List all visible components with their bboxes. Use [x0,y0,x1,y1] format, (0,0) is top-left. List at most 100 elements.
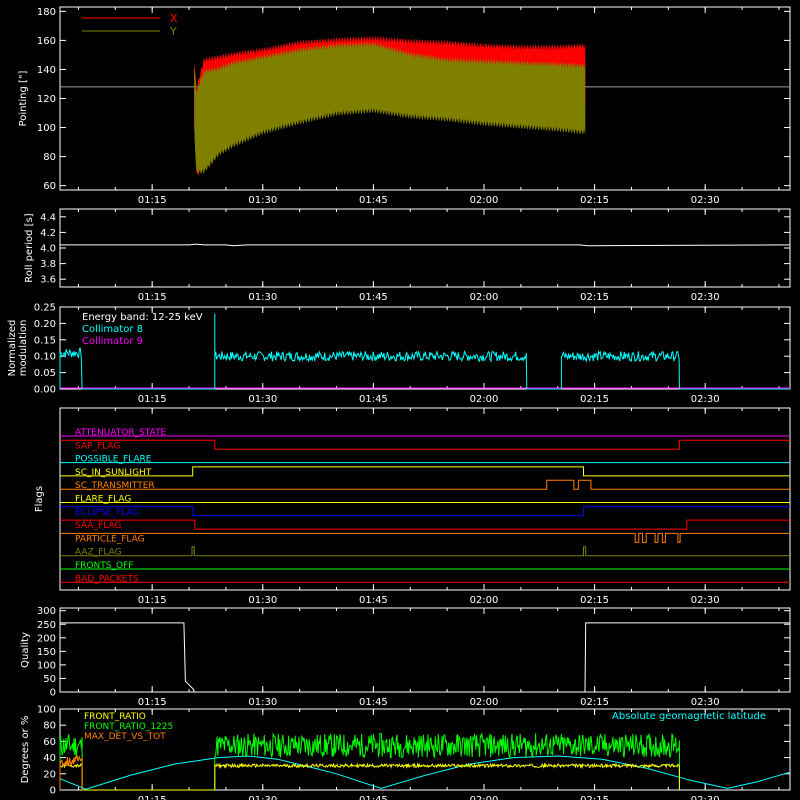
flag-label: SAP_FLAG [75,441,120,451]
x-tick-label: 01:45 [359,394,388,405]
flag-label: SAA_FLAG [75,521,121,531]
panel-modulation: 01:15 01:30 01:45 02:00 02:15 02:30 0.00 0.05 0.… [7,303,791,405]
series-line-max-det-vs-tot [59,754,83,790]
annotation-label: Absolute geomagnetic latitude [612,711,766,722]
stacked-time-series-figure: 01:15 01:30 01:45 02:00 02:15 02:30 60 80 100 120… [7,6,791,800]
y-tick-label: 100 [37,123,56,134]
x-tick-label: 01:45 [359,292,388,303]
legend-label: Collimator 8 [82,324,143,335]
x-tick-label: 01:30 [248,195,277,206]
x-tick-label: 01:45 [359,195,388,206]
y-tick-label: 0.05 [34,368,56,379]
flag-label: FLARE_FLAG [75,495,131,505]
flag-line-saa-flag [60,519,790,530]
x-tick-label: 01:15 [138,697,167,708]
flag-line-sc-in-sunlight [60,466,790,477]
y-axis-label: Flags [34,486,45,512]
legend-label: X [170,12,178,25]
x-tick-label: 02:30 [691,394,720,405]
y-tick-label: 80 [43,152,56,163]
y-tick-label: 250 [37,620,56,631]
panel-flags: 01:15 01:30 01:45 02:00 02:15 02:30 Flags ATTEN… [34,407,791,606]
x-tick-label: 01:30 [248,292,277,303]
flag-label: SC_TRANSMITTER [75,481,155,491]
y-tick-label: 0.00 [34,385,56,396]
y-tick-label: 4.2 [40,228,56,239]
x-tick-label: 02:30 [691,595,720,606]
flag-label: SC_IN_SUNLIGHT [75,468,152,478]
x-tick-label: 02:15 [580,595,609,606]
flag-line-particle-flag [60,532,790,543]
x-tick-label: 02:00 [470,394,499,405]
y-tick-label: 40 [43,753,56,764]
x-tick-label: 02:15 [580,697,609,708]
y-tick-label: 0.10 [34,352,56,363]
x-tick-label: 02:30 [691,292,720,303]
x-tick-label: 01:15 [138,195,167,206]
x-tick-label: 02:00 [470,195,499,206]
legend-label: Collimator 9 [82,336,143,347]
x-tick-label: 02:00 [470,795,499,800]
legend-label: FRONT_RATIO [84,712,146,722]
flag-label: FRONTS_OFF [75,561,133,571]
roll-period-line [60,243,791,247]
flag-label: ATTENUATOR_STATE [75,428,167,438]
flag-line-sc-transmitter [60,479,790,490]
x-tick-label: 02:15 [580,394,609,405]
y-tick-label: 150 [37,647,56,658]
x-tick-label: 02:30 [691,795,720,800]
legend-label: FRONT_RATIO_1225 [84,722,173,732]
y-tick-label: 120 [37,94,56,105]
x-tick-label: 01:30 [248,697,277,708]
x-tick-label: 02:00 [470,697,499,708]
y-tick-label: 180 [37,7,56,18]
flag-line-eclipse-flag [60,506,790,517]
legend-label: Energy band: 12-25 keV [82,312,203,323]
flag-line-aaz-flag [60,546,790,557]
y-tick-label: 20 [43,769,56,780]
x-tick-label: 02:15 [580,292,609,303]
y-tick-label: 0.15 [34,335,56,346]
y-tick-label: 4.0 [40,244,56,255]
y-tick-label: 0.25 [34,303,56,314]
panel-quality: 01:15 01:30 01:45 02:00 02:15 02:30 0 50 100 150 2… [20,606,791,708]
x-tick-label: 01:45 [359,595,388,606]
series-line-front-ratio [59,762,680,791]
flag-label: AAZ_FLAG [75,548,122,558]
legend-label: MAX_DET_VS_TOT [84,732,166,742]
x-tick-label: 02:30 [691,697,720,708]
legend-label: Y [169,25,177,38]
plot-frame [59,607,791,693]
plot-frame [59,407,791,591]
y-tick-label: 0.20 [34,319,56,330]
x-tick-label: 02:30 [691,195,720,206]
flag-label: POSSIBLE_FLARE [75,455,152,465]
panel-roll_period: 01:15 01:30 01:45 02:00 02:15 02:30 3.6 3.8 4.0 4… [24,208,791,303]
flag-label: PARTICLE_FLAG [75,534,145,544]
x-tick-label: 01:30 [248,795,277,800]
y-tick-label: 0 [50,786,56,797]
flag-label: BAD_PACKETS [75,574,139,584]
x-tick-label: 02:00 [470,292,499,303]
y-tick-label: 140 [37,65,56,76]
y-axis-label: Normalized [7,320,18,377]
x-tick-label: 01:15 [138,292,167,303]
y-tick-label: 3.8 [40,259,56,270]
panel-pointing: 01:15 01:30 01:45 02:00 02:15 02:30 60 80 100 120… [18,6,791,206]
y-tick-label: 80 [43,721,56,732]
y-tick-label: 0 [50,688,56,699]
y-axis-label: Degrees or % [20,716,31,784]
x-tick-label: 02:15 [580,795,609,800]
x-tick-label: 01:15 [138,595,167,606]
x-tick-label: 01:45 [359,697,388,708]
y-tick-label: 200 [37,633,56,644]
quality-line [60,622,790,693]
y-axis-label: Roll period [s] [24,213,35,282]
y-tick-label: 3.6 [40,275,56,286]
flag-line-sap-flag [60,439,790,450]
y-tick-label: 50 [43,674,56,685]
y-axis-label: modulation [18,320,29,377]
panel-ratios: 01:15 01:30 01:45 02:00 02:15 02:30 0 20 40 60 80 1… [20,705,791,800]
x-tick-label: 02:15 [580,195,609,206]
y-tick-label: 4.4 [40,212,56,223]
